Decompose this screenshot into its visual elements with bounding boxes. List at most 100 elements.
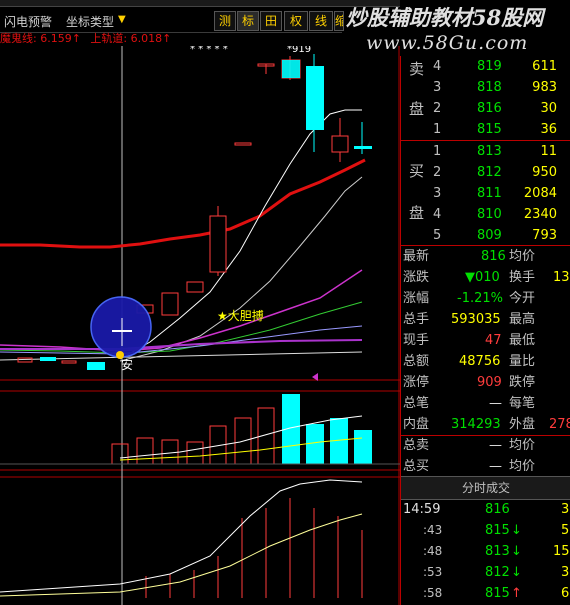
indicator-line-yellow — [0, 513, 363, 597]
ma1-arrow-icon: ↑ — [71, 32, 81, 45]
quote-label: 总买 — [403, 459, 430, 474]
quote-value: 47 — [485, 333, 502, 348]
buy-price: 811 — [477, 186, 502, 201]
candle — [354, 146, 372, 149]
quote-label: 最低 — [509, 333, 536, 348]
an-label: 安 — [121, 357, 133, 372]
quote-label: 均价 — [509, 249, 536, 264]
sell-row: 4 819 611 — [401, 56, 570, 77]
volume-bar — [186, 441, 204, 465]
quote-label: 涨幅 — [403, 291, 430, 306]
sell-level: 4 — [433, 59, 442, 74]
buy-row: 1 813 11 — [401, 141, 570, 162]
trade-volume: 3 — [561, 565, 570, 580]
buy-volume: 950 — [532, 165, 557, 180]
sell-volume: 30 — [540, 101, 557, 116]
time-sales-header[interactable]: 分时成交 — [401, 476, 570, 500]
buy-row: 2 812 950 — [401, 162, 570, 183]
sell-level: 1 — [433, 122, 442, 137]
candle — [331, 135, 349, 153]
quote-label: 均价 — [509, 459, 536, 474]
mark-button[interactable]: 标 — [237, 11, 259, 31]
sell-level: 2 — [433, 101, 442, 116]
trade-arrow-icon: ↓ — [511, 523, 522, 538]
tab-coordinate-type[interactable]: 坐标类型 — [66, 13, 114, 30]
candle — [234, 142, 252, 146]
grid-button[interactable]: 田 — [260, 11, 282, 31]
quote-label: 总卖 — [403, 438, 430, 453]
quote-label: 总笔 — [403, 396, 430, 411]
measure-button[interactable]: 测 — [214, 11, 236, 31]
trade-price: 815 — [485, 586, 510, 601]
buy-level: 1 — [433, 144, 442, 159]
trade-time: :43 — [423, 523, 443, 537]
trade-volume: 15 — [553, 544, 570, 559]
ma1-value: 6.159 — [40, 32, 72, 45]
ma-grey-line — [119, 176, 363, 362]
buy-price: 813 — [477, 144, 502, 159]
quote-row: 总买 — 均价 — [401, 456, 570, 477]
trade-arrow-icon: ↓ — [511, 565, 522, 580]
quote-row: 总笔 — 每笔 — [401, 393, 570, 414]
ma2-value: 6.018 — [130, 32, 163, 45]
buy-price: 809 — [477, 228, 502, 243]
quote-panel: 卖 盘 4 819 611 3 818 983 2 816 30 1 815 3… — [400, 56, 570, 605]
quote-label: 最高 — [509, 312, 536, 327]
quote-row: 涨幅 -1.21% 今开 — [401, 288, 570, 309]
quote-label: 总手 — [403, 312, 430, 327]
candle — [161, 292, 179, 316]
tab-flash-alert[interactable]: 闪电预警 — [4, 13, 52, 30]
quote-value: 816 — [481, 249, 506, 264]
quote-value: 48756 — [459, 354, 501, 369]
sell-price: 816 — [477, 101, 502, 116]
trade-volume: 6 — [561, 586, 570, 601]
trade-price: 816 — [485, 502, 510, 517]
ma2-arrow-icon: ↑ — [162, 32, 172, 45]
quote-row: 现手 47 最低 — [401, 330, 570, 351]
quote-label: 最新 — [403, 249, 430, 264]
trade-volume: 5 — [561, 523, 570, 538]
quote-label: 今开 — [509, 291, 536, 306]
quote-row: 总手 593035 最高 — [401, 309, 570, 330]
volume-bar — [354, 430, 372, 464]
quote-row: 内盘 314293 外盘 278 — [401, 414, 570, 435]
trade-row: :53 812 ↓ 3 — [401, 562, 570, 583]
chart-toolbar: 闪电预警 坐标类型 ▼ 测 标 田 权 线 缩 — [0, 8, 344, 33]
quote-value: 278 — [549, 417, 570, 432]
trade-volume: 3 — [561, 502, 570, 517]
sell-price: 815 — [477, 122, 502, 137]
sell-price: 819 — [477, 59, 502, 74]
kline-chart-area[interactable]: * * * * * *919 ★大胆搏 安 — [0, 46, 400, 605]
quote-value: 593035 — [451, 312, 501, 327]
sell-volume: 611 — [532, 59, 557, 74]
buy-volume: 2084 — [523, 186, 557, 201]
trade-time: :53 — [423, 565, 443, 579]
sell-row: 2 816 30 — [401, 98, 570, 119]
signal-dot-icon — [116, 351, 124, 359]
buy-level: 2 — [433, 165, 442, 180]
sell-row: 1 815 36 — [401, 119, 570, 140]
trade-row: 14:59 816 3 — [401, 499, 570, 520]
quote-row: 涨停 909 跌停 — [401, 372, 570, 393]
quote-row: 总额 48756 量比 — [401, 351, 570, 372]
trade-arrow-icon: ↑ — [511, 586, 522, 601]
chevron-down-icon[interactable]: ▼ — [118, 14, 126, 25]
quote-value: — — [489, 438, 502, 453]
ma-magenta-line — [0, 269, 363, 352]
trade-row: :43 815 ↓ 5 — [401, 520, 570, 541]
candle — [306, 66, 324, 130]
candle — [209, 215, 227, 273]
quote-value: 909 — [477, 375, 502, 390]
sell-row: 3 818 983 — [401, 77, 570, 98]
line-button[interactable]: 线 — [309, 11, 333, 31]
rights-button[interactable]: 权 — [284, 11, 308, 31]
quote-label: 换手 — [509, 270, 536, 285]
trade-price: 813 — [485, 544, 510, 559]
trade-time: 14:59 — [403, 502, 441, 517]
buy-row: 3 811 2084 — [401, 183, 570, 204]
big-buy-label: ★大胆搏 — [217, 309, 264, 323]
highlight-circle — [90, 296, 152, 358]
quote-label: 总额 — [403, 354, 430, 369]
quote-value: ▼010 — [465, 270, 500, 285]
buy-level: 5 — [433, 228, 442, 243]
